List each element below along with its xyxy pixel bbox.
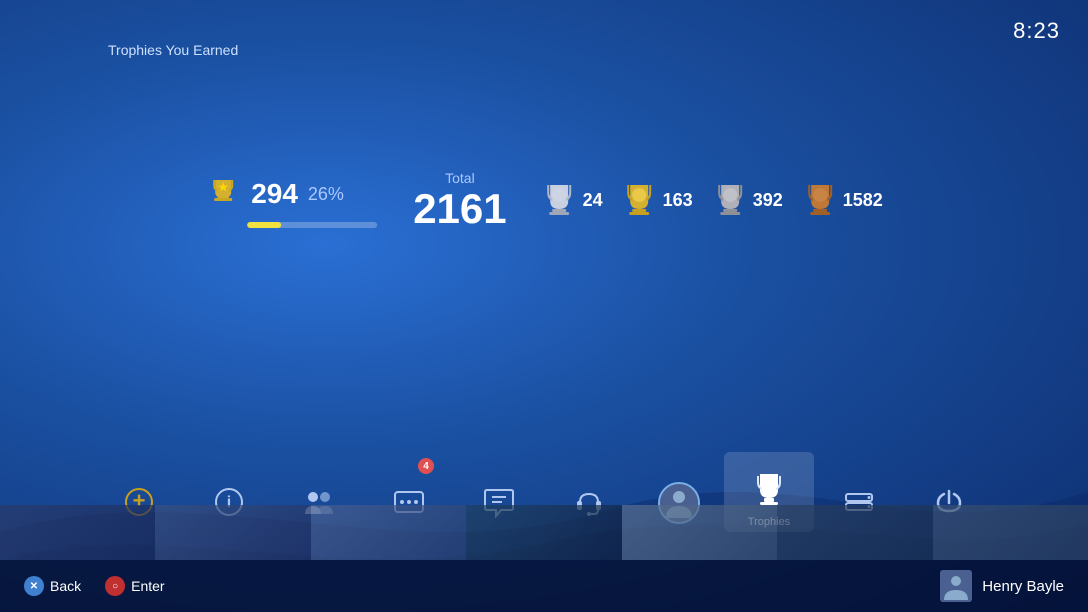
gold-trophy-icon: [623, 179, 657, 222]
thumb-7[interactable]: [933, 505, 1088, 560]
thumb-6[interactable]: [777, 505, 932, 560]
total-label: Total: [445, 170, 475, 186]
trophy-counts: 24 163: [543, 179, 883, 222]
platinum-trophy-item: 24: [543, 179, 603, 222]
user-avatar-thumb: [940, 570, 972, 602]
thumb-2[interactable]: [155, 505, 310, 560]
trophies-earned-label: Trophies You Earned: [108, 42, 238, 58]
bottom-controls: ✕ Back ○ Enter: [24, 576, 165, 596]
x-button-icon: ✕: [24, 576, 44, 596]
stats-panel: 294 26% Total 2161: [205, 170, 883, 230]
messages-badge: 4: [418, 458, 434, 474]
gold-trophy-item: 163: [623, 179, 693, 222]
level-icon: [205, 172, 241, 216]
thumbnails-row: [0, 500, 1088, 560]
clock: 8:23: [1013, 18, 1060, 44]
enter-label: Enter: [131, 578, 164, 594]
thumb-3[interactable]: [311, 505, 466, 560]
level-row: 294 26%: [205, 172, 344, 216]
gold-count: 163: [663, 190, 693, 211]
thumb-1[interactable]: [0, 505, 155, 560]
bottom-bar: ✕ Back ○ Enter Henry Bayle: [0, 560, 1088, 612]
level-number: 294: [251, 178, 298, 210]
level-section: 294 26%: [205, 172, 377, 228]
silver-count: 392: [753, 190, 783, 211]
thumb-4[interactable]: [466, 505, 621, 560]
enter-control: ○ Enter: [105, 576, 164, 596]
bronze-trophy-icon: [803, 179, 837, 222]
o-button-icon: ○: [105, 576, 125, 596]
user-profile: Henry Bayle: [940, 570, 1064, 602]
progress-bar-fill: [247, 222, 281, 228]
total-section: Total 2161: [413, 170, 506, 230]
silver-trophy-icon: [713, 179, 747, 222]
thumb-5[interactable]: [622, 505, 777, 560]
bronze-trophy-item: 1582: [803, 179, 883, 222]
silver-trophy-item: 392: [713, 179, 783, 222]
user-name: Henry Bayle: [982, 578, 1064, 595]
platinum-trophy-icon: [543, 179, 577, 222]
platinum-count: 24: [583, 190, 603, 211]
back-control: ✕ Back: [24, 576, 81, 596]
level-percent: 26%: [308, 184, 344, 205]
progress-bar: [247, 222, 377, 228]
bronze-count: 1582: [843, 190, 883, 211]
total-number: 2161: [413, 188, 506, 230]
back-label: Back: [50, 578, 81, 594]
